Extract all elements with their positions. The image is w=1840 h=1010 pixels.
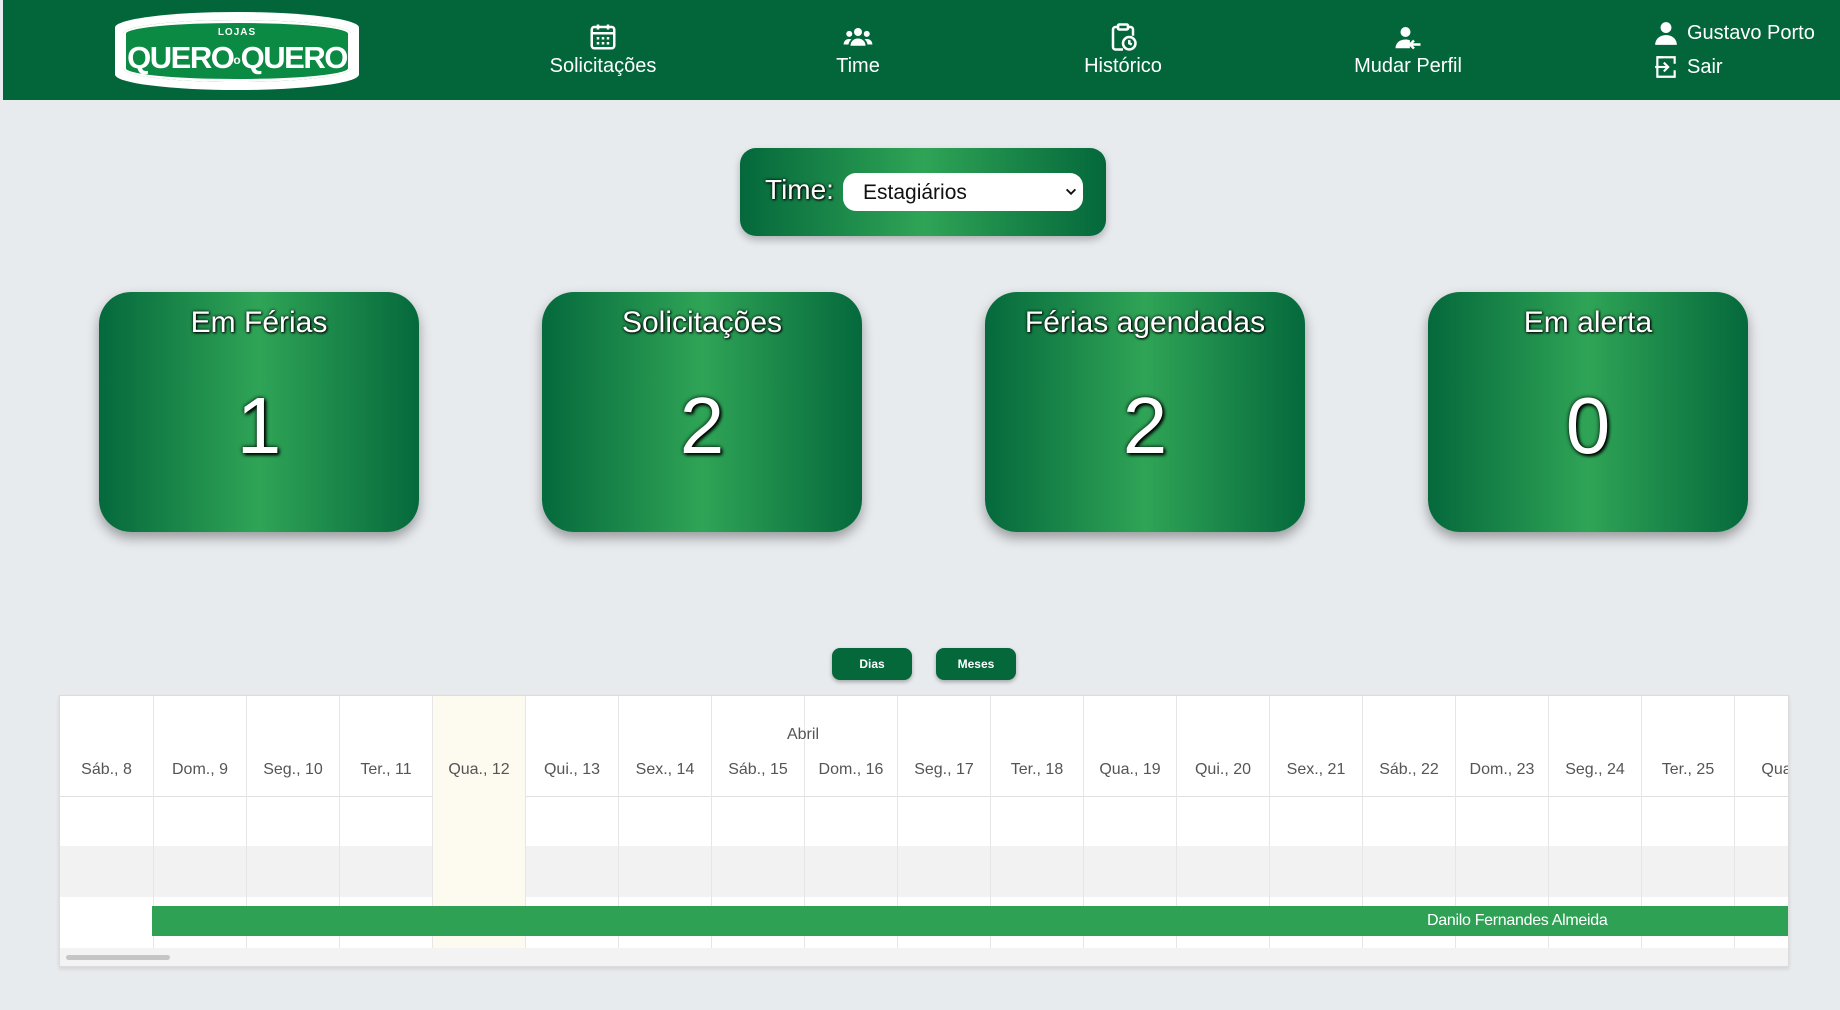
logo-word-right: QUERO <box>240 40 349 75</box>
logout-button[interactable]: Sair <box>1653 52 1723 82</box>
card-title: Em alerta <box>1523 306 1653 339</box>
timeline-day-label: Sáb., 15 <box>728 761 788 778</box>
card-title: Em Férias <box>190 306 328 339</box>
user-icon <box>1655 22 1677 45</box>
logo-dot: o <box>233 52 241 67</box>
brand-logo[interactable]: LOJAS QUEROoQUERO <box>115 12 359 90</box>
timeline-day-label: Qua., 12 <box>448 761 510 778</box>
nav-solicitacoes[interactable]: Solicitações <box>533 22 673 82</box>
chevron-down-icon <box>1065 188 1077 196</box>
timeline-day-label: Sáb., 22 <box>1379 761 1439 778</box>
timeline-day-label: Sex., 21 <box>1286 761 1346 778</box>
horizontal-scrollbar[interactable] <box>60 948 1788 966</box>
user-profile[interactable]: Gustavo Porto <box>1653 18 1815 48</box>
users-icon <box>843 28 873 46</box>
user-switch-icon <box>1395 27 1421 50</box>
user-name: Gustavo Porto <box>1687 21 1815 44</box>
nav-label: Solicitações <box>549 55 657 77</box>
clipboard-clock-icon <box>1111 23 1137 51</box>
timeline-day-label: Qui., 20 <box>1194 761 1252 778</box>
card-em-ferias[interactable]: Em Férias 1 <box>99 292 419 532</box>
days-view-button[interactable]: Dias <box>832 648 912 680</box>
team-select[interactable]: Estagiários <box>843 173 1083 211</box>
top-navbar: LOJAS QUEROoQUERO Solicitações Time Hist… <box>3 0 1840 100</box>
team-select-value: Estagiários <box>863 181 967 204</box>
logout-label: Sair <box>1687 55 1723 78</box>
timeline-day-label: Sáb., 8 <box>81 761 132 778</box>
timeline-day-label: Seg., 17 <box>914 761 974 778</box>
nav-label: Time <box>836 55 880 77</box>
timeline-day-label: Dom., 9 <box>171 761 228 778</box>
card-value: 2 <box>1122 381 1168 470</box>
logo-main-text: QUEROoQUERO <box>123 40 351 76</box>
logout-icon <box>1655 56 1676 78</box>
card-ferias-agendadas[interactable]: Férias agendadas 2 <box>985 292 1305 532</box>
timeline-day-label: Dom., 23 <box>1469 761 1535 778</box>
card-title: Férias agendadas <box>1024 306 1266 339</box>
calendar-icon <box>590 24 616 50</box>
timeline-day-label: Dom., 16 <box>818 761 884 778</box>
scrollbar-thumb[interactable] <box>66 955 170 960</box>
card-value: 2 <box>679 381 725 470</box>
logo-word-left: QUERO <box>127 40 235 75</box>
nav-historico[interactable]: Histórico <box>1063 22 1183 82</box>
logo-badge: LOJAS QUEROoQUERO <box>123 20 351 82</box>
nav-mudar-perfil[interactable]: Mudar Perfil <box>1338 22 1478 82</box>
timeline-day-label: Qua., <box>1761 761 1788 778</box>
vacation-bar-label: Danilo Fernandes Almeida <box>1427 912 1608 929</box>
logo-small-text: LOJAS <box>217 27 257 38</box>
nav-label: Mudar Perfil <box>1354 55 1462 77</box>
timeline-day-label: Seg., 10 <box>263 761 323 778</box>
months-view-button[interactable]: Meses <box>936 648 1016 680</box>
timeline-day-label: Ter., 18 <box>1010 761 1064 778</box>
vacation-bar[interactable]: Danilo Fernandes Almeida <box>152 906 1788 936</box>
vacation-timeline[interactable]: Sáb., 8 Dom., 9 Seg., 10 Ter., 11 Qua., 12 Qu… <box>59 695 1789 967</box>
timeline-month-label: Abril <box>786 726 819 743</box>
card-solicitacoes[interactable]: Solicitações 2 <box>542 292 862 532</box>
timeline-day-label: Ter., 25 <box>1661 761 1715 778</box>
timeline-day-label: Qua., 19 <box>1099 761 1161 778</box>
timeline-day-label: Qui., 13 <box>543 761 601 778</box>
timeline-day-label: Ter., 11 <box>360 761 412 778</box>
team-selector-panel: Time: Estagiários <box>740 148 1106 236</box>
nav-time[interactable]: Time <box>808 22 908 82</box>
card-value: 1 <box>236 381 282 470</box>
timeline-day-label: Sex., 14 <box>635 761 695 778</box>
card-title: Solicitações <box>621 306 783 339</box>
team-label: Time: <box>765 174 834 205</box>
nav-label: Histórico <box>1084 55 1162 77</box>
timeline-day-label: Seg., 24 <box>1565 761 1625 778</box>
card-em-alerta[interactable]: Em alerta 0 <box>1428 292 1748 532</box>
card-value: 0 <box>1565 381 1611 470</box>
